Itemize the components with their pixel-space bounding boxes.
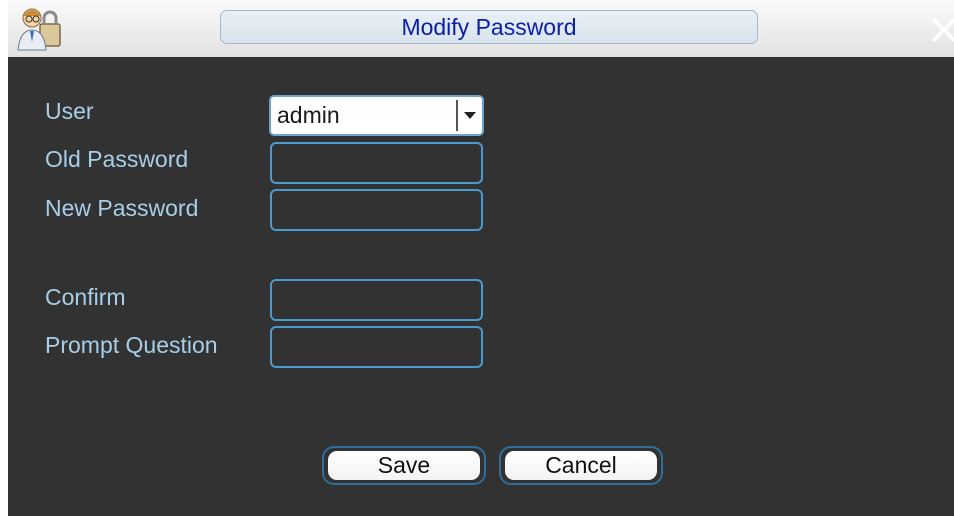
old-password-field[interactable] <box>270 142 483 184</box>
prompt-question-input[interactable] <box>272 328 481 366</box>
select-divider <box>456 100 458 131</box>
title-bar: Modify Password <box>8 0 954 57</box>
cancel-button[interactable]: Cancel <box>499 446 663 485</box>
user-lock-icon <box>14 4 64 54</box>
new-password-field[interactable] <box>270 189 483 231</box>
new-password-label: New Password <box>45 195 199 221</box>
user-label: User <box>45 98 94 124</box>
close-icon <box>932 18 954 42</box>
chevron-down-icon[interactable] <box>460 99 480 132</box>
new-password-input[interactable] <box>272 191 481 229</box>
old-password-label: Old Password <box>45 146 189 172</box>
confirm-label: Confirm <box>45 284 126 310</box>
old-password-input[interactable] <box>272 144 481 182</box>
prompt-question-label: Prompt Question <box>45 332 218 358</box>
save-button[interactable]: Save <box>322 446 486 485</box>
prompt-question-field[interactable] <box>270 326 483 368</box>
cancel-button-label: Cancel <box>505 451 657 480</box>
close-button[interactable] <box>930 14 954 46</box>
save-button-label: Save <box>328 451 480 480</box>
confirm-input[interactable] <box>272 281 481 319</box>
user-select-value: admin <box>277 102 340 128</box>
confirm-field[interactable] <box>270 279 483 321</box>
window-title: Modify Password <box>401 14 577 40</box>
user-select[interactable]: admin <box>269 95 484 136</box>
